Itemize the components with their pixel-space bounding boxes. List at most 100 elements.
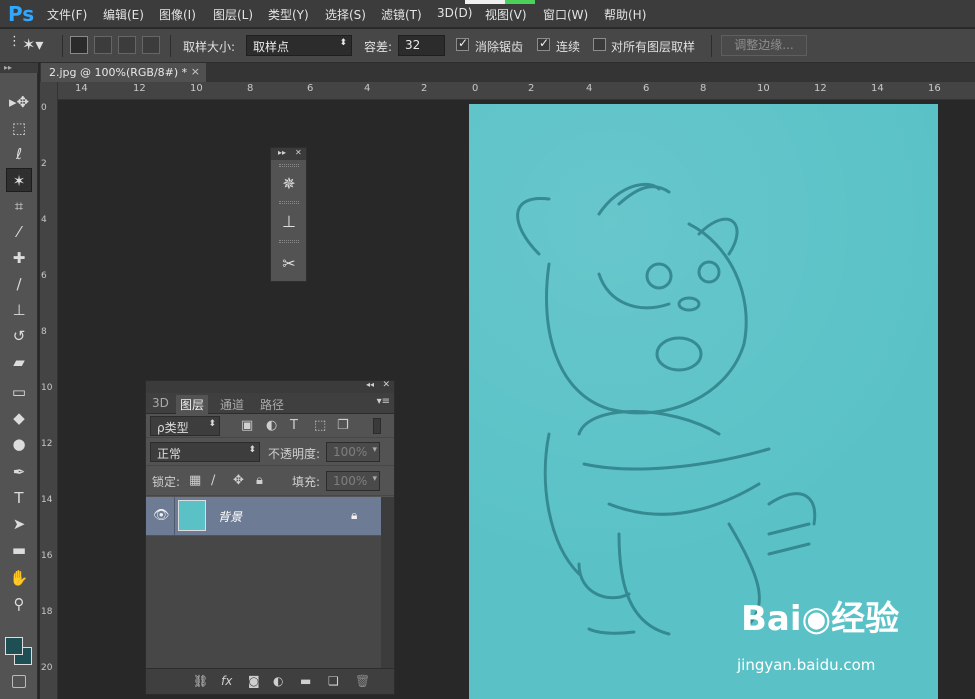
tools-panel-grip[interactable]: ▸▸ [0,63,38,73]
eraser-tool-icon[interactable]: ▰ [6,350,32,374]
close-icon[interactable]: ✕ [295,148,302,157]
quick-mask-icon[interactable] [12,675,26,688]
fx-icon[interactable]: fx [221,674,232,688]
contiguous-checkbox[interactable] [537,36,550,51]
menu-help[interactable]: 帮助(H) [604,6,646,23]
antialias-checkbox[interactable] [456,36,469,51]
layers-panel-tabs: 3D 图层 通道 路径 ▾≡ [146,393,394,414]
sample-all-layers-checkbox[interactable] [593,38,606,51]
lock-position-icon[interactable]: ✥ [233,473,244,488]
pixel-filter-icon[interactable]: ▣ [241,418,253,433]
history-brush-tool-icon[interactable]: ↺ [6,324,32,348]
chevron-updown-icon: ⬍ [339,38,347,48]
type-tool-icon[interactable]: T [6,486,32,510]
baidu-jingyan-logo: Bai◉经验 [741,599,900,639]
link-layers-icon[interactable]: ⛓︎ [193,674,208,688]
layer-row[interactable]: 👁︎ 背景 🔒︎ [146,497,381,535]
refine-edge-button[interactable]: 调整边缘... [721,35,807,56]
document-tab[interactable]: 2.jpg @ 100%(RGB/8#) * × [41,63,206,82]
eyedropper-tool-icon[interactable]: ⁄ [6,220,32,244]
collapse-icon[interactable]: ◂◂ [366,380,374,389]
menu-image[interactable]: 图像(I) [159,6,196,23]
opacity-input[interactable]: 100% ▾ [326,442,380,462]
lock-transparent-icon[interactable]: ▦ [189,473,201,488]
subtract-selection-icon[interactable] [118,36,136,54]
floating-tool-panel: ▸▸ ✕ ✵ ⊥ ✂ [270,147,307,282]
lock-label: 锁定: [152,475,181,489]
new-layer-icon[interactable]: ❏ [328,674,339,688]
gradient-tool-icon[interactable]: ▭ [6,380,32,404]
panel-grip [279,201,299,204]
blur-tool-icon[interactable]: ◆ [6,406,32,430]
marquee-tool-icon[interactable]: ⬚ [6,116,32,140]
menu-file[interactable]: 文件(F) [47,6,87,23]
menu-view[interactable]: 视图(V) [485,6,527,23]
menu-select[interactable]: 选择(S) [325,6,366,23]
layer-thumbnail[interactable] [178,500,206,531]
ruler-label: 6 [307,83,314,94]
clone-source-icon[interactable]: ⊥ [277,210,301,234]
panel-menu-icon[interactable]: ▾≡ [377,396,390,407]
smart-object-filter-icon[interactable]: ❐ [337,418,349,433]
adjustment-filter-icon[interactable]: ◐ [266,418,277,433]
adjustment-layer-icon[interactable]: ◐ [273,674,283,688]
tool-presets-icon[interactable]: ✂ [277,252,301,276]
lock-all-icon[interactable]: 🔒︎ [256,473,263,488]
sample-size-select[interactable]: 取样点 ⬍ [246,35,352,56]
tolerance-input[interactable]: 32 [398,35,445,56]
shape-tool-icon[interactable]: ▬ [6,538,32,562]
layer-name[interactable]: 背景 [218,508,242,525]
new-selection-icon[interactable] [70,36,88,54]
shape-filter-icon[interactable]: ⬚ [314,418,326,433]
menu-type[interactable]: 类型(Y) [268,6,309,23]
lasso-tool-icon[interactable]: ℓ [6,142,32,166]
divider [711,35,712,57]
layers-scrollbar[interactable] [381,497,394,668]
menu-filter[interactable]: 滤镜(T) [381,6,422,23]
filter-kind-select[interactable]: ρ类型 ⬍ [150,416,220,436]
intersect-selection-icon[interactable] [142,36,160,54]
close-icon[interactable]: × [191,65,200,78]
sample-size-value: 取样点 [253,40,290,54]
menu-layer[interactable]: 图层(L) [213,6,253,23]
dodge-tool-icon[interactable]: ● [6,432,32,456]
fill-label: 填充: [292,475,321,489]
document-canvas[interactable]: Bai◉经验 jingyan.baidu.com [469,104,938,699]
hand-tool-icon[interactable]: ✋ [6,566,32,590]
collapse-icon[interactable]: ▸▸ [278,148,286,157]
type-filter-icon[interactable]: T [290,418,298,433]
zoom-tool-icon[interactable]: ⚲ [6,592,32,616]
new-group-icon[interactable]: ▬ [300,674,311,688]
move-tool-icon[interactable]: ▸✥ [6,90,32,114]
compass-icon[interactable]: ✵ [277,172,301,196]
trash-icon[interactable]: 🗑︎ [355,674,370,688]
add-mask-icon[interactable]: ◙ [248,674,260,688]
add-selection-icon[interactable] [94,36,112,54]
pen-tool-icon[interactable]: ✒ [6,460,32,484]
brush-tool-icon[interactable]: ∕ [6,272,32,296]
blend-mode-select[interactable]: 正常 ⬍ [150,442,260,462]
tab-3d[interactable]: 3D [148,395,173,414]
foreground-color-swatch[interactable] [5,637,23,655]
lock-image-icon[interactable]: ∕ [211,473,215,488]
menu-3d[interactable]: 3D(D) [437,6,472,20]
close-icon[interactable]: ✕ [382,380,390,390]
healing-brush-tool-icon[interactable]: ✚ [6,246,32,270]
menu-edit[interactable]: 编辑(E) [103,6,144,23]
floating-panel-header[interactable]: ▸▸ ✕ [271,148,306,160]
tab-paths[interactable]: 路径 [256,395,288,414]
eye-icon[interactable]: 👁︎ [153,508,170,523]
clone-stamp-tool-icon[interactable]: ⊥ [6,298,32,322]
crop-tool-icon[interactable]: ⌗ [6,194,32,218]
ruler-label: 2 [421,83,428,94]
magic-wand-tool-icon[interactable]: ✶ [6,168,32,192]
tab-layers[interactable]: 图层 [176,395,209,414]
menu-window[interactable]: 窗口(W) [543,6,588,23]
layers-panel-header[interactable]: ◂◂ ✕ [146,380,394,393]
filter-toggle[interactable] [373,418,381,434]
path-selection-tool-icon[interactable]: ➤ [6,512,32,536]
opacity-value: 100% [333,445,368,459]
fill-input[interactable]: 100% ▾ [326,471,380,491]
tab-channels[interactable]: 通道 [216,395,248,414]
magic-wand-preset-icon[interactable]: ✶▾ [22,35,43,54]
